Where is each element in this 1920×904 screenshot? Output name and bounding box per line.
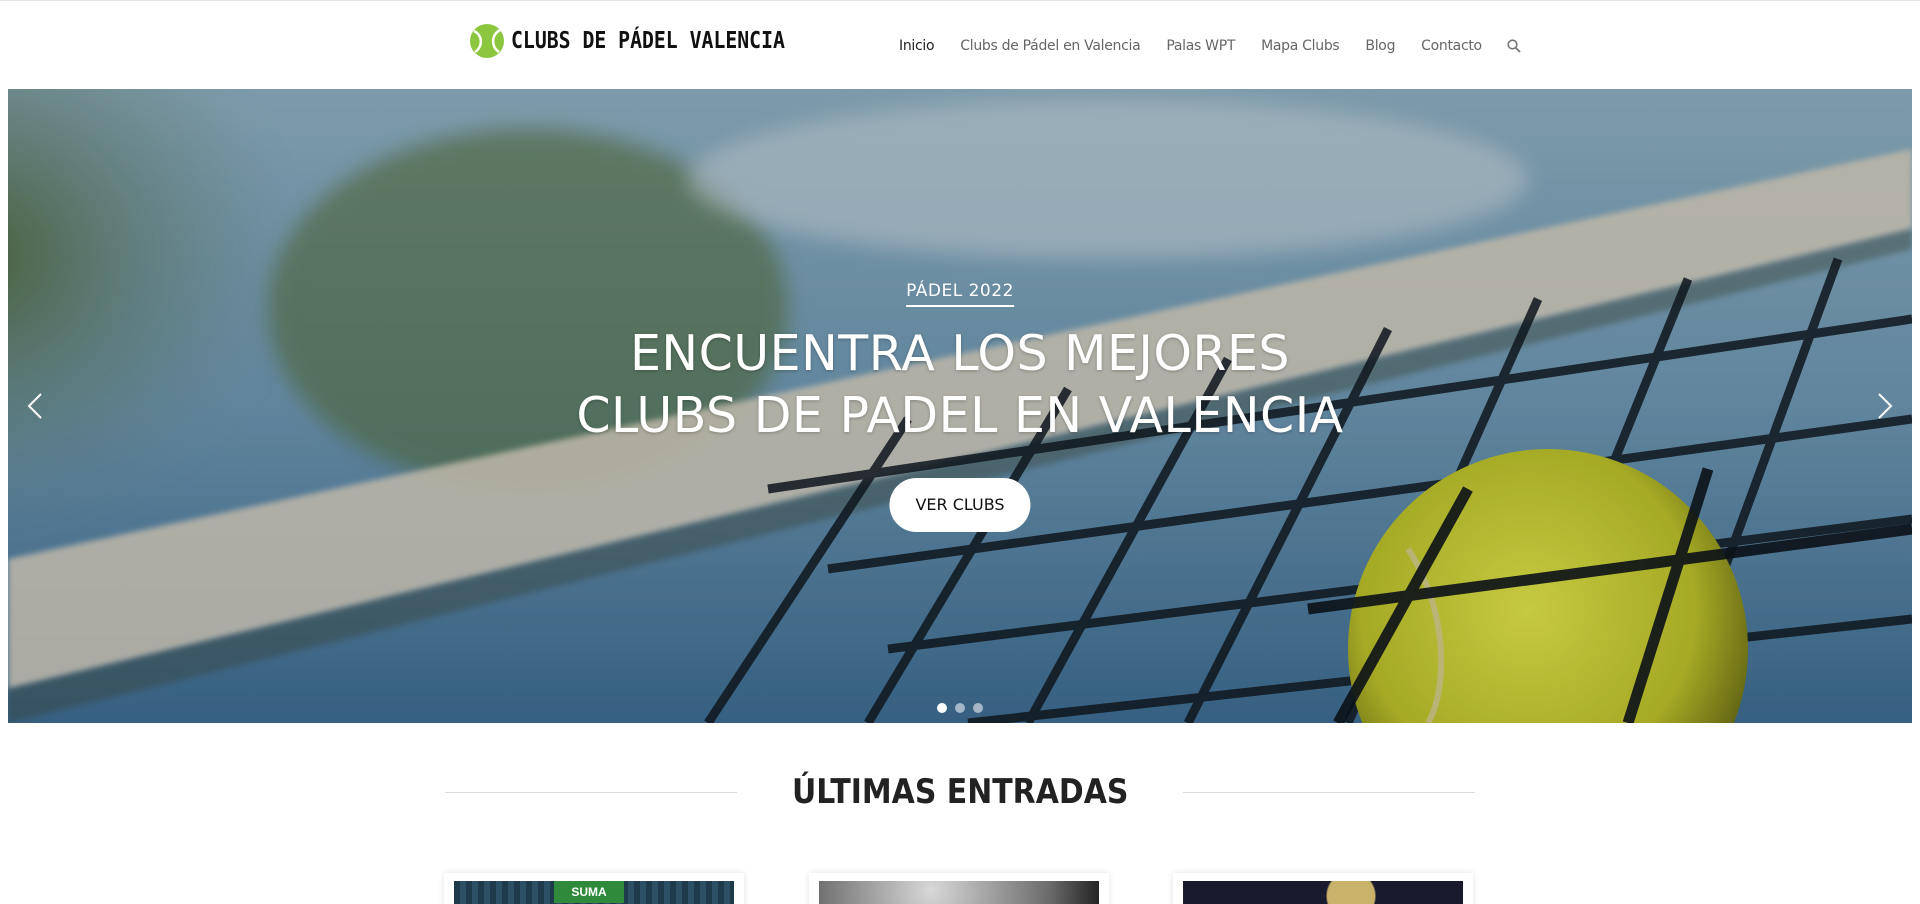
divider-right [1183, 791, 1476, 793]
chevron-left-icon [27, 393, 42, 419]
logo-text: CLUBS DE PÁDEL VALENCIA [511, 28, 785, 54]
post-card-2[interactable] [809, 873, 1109, 904]
padel-ball-icon [470, 24, 504, 58]
post-thumbnail[interactable] [819, 881, 1099, 904]
slider-dots [937, 703, 983, 713]
nav-item-blog[interactable]: Blog [1352, 1, 1408, 90]
nav-item-contacto[interactable]: Contacto [1408, 1, 1495, 90]
post-card-1[interactable]: SUMA [444, 873, 744, 904]
hero-content: PÁDEL 2022 ENCUENTRA LOS MEJORES CLUBS D… [8, 89, 1912, 723]
post-card-3[interactable] [1173, 873, 1473, 904]
slider-dot-1[interactable] [937, 703, 947, 713]
nav-item-mapa-clubs[interactable]: Mapa Clubs [1248, 1, 1352, 90]
site-header: CLUBS DE PÁDEL VALENCIA Inicio Clubs de … [0, 0, 1920, 91]
latest-posts-heading: ÚLTIMAS ENTRADAS [445, 770, 1476, 814]
post-thumbnail[interactable] [1183, 881, 1463, 904]
hero-title: ENCUENTRA LOS MEJORES CLUBS DE PADEL EN … [8, 323, 1912, 447]
slider-next-button[interactable] [1870, 386, 1900, 426]
hero-title-line-2: CLUBS DE PADEL EN VALENCIA [576, 387, 1344, 444]
ver-clubs-button[interactable]: VER CLUBS [889, 478, 1031, 532]
site-logo[interactable]: CLUBS DE PÁDEL VALENCIA [469, 21, 830, 61]
search-button[interactable] [1495, 1, 1533, 90]
chevron-right-icon [1878, 393, 1893, 419]
slider-dot-3[interactable] [973, 703, 983, 713]
main-nav: Inicio Clubs de Pádel en Valencia Palas … [886, 1, 1533, 91]
hero-slider: PÁDEL 2022 ENCUENTRA LOS MEJORES CLUBS D… [8, 89, 1912, 723]
hero-title-line-1: ENCUENTRA LOS MEJORES [629, 325, 1291, 382]
hero-kicker: PÁDEL 2022 [906, 281, 1014, 307]
slider-prev-button[interactable] [20, 386, 50, 426]
slider-dot-2[interactable] [955, 703, 965, 713]
latest-posts-title: ÚLTIMAS ENTRADAS [791, 772, 1129, 812]
search-icon [1507, 38, 1521, 53]
divider-left [445, 791, 737, 793]
nav-item-inicio[interactable]: Inicio [886, 1, 948, 91]
thumb-banner-text: SUMA [554, 881, 624, 903]
post-thumbnail[interactable]: SUMA [454, 881, 734, 904]
nav-item-clubs[interactable]: Clubs de Pádel en Valencia [947, 1, 1153, 90]
nav-item-palas-wpt[interactable]: Palas WPT [1153, 1, 1248, 90]
